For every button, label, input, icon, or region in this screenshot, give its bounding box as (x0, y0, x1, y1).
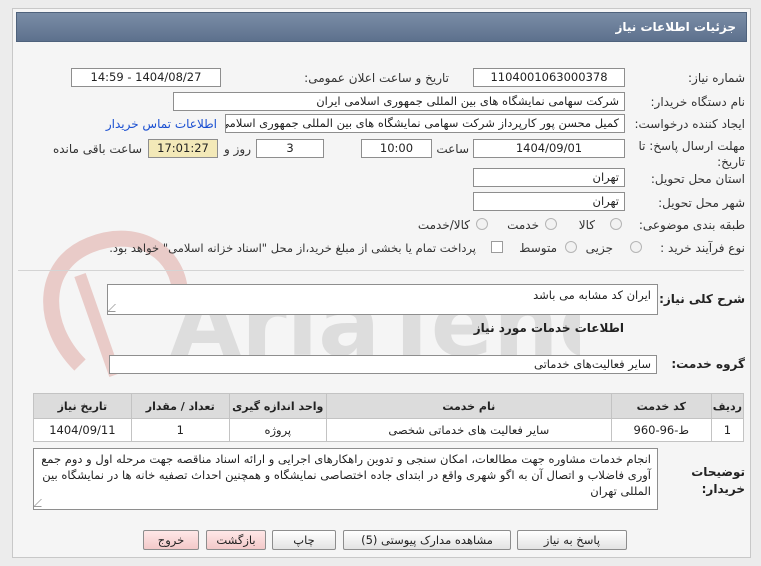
respond-button[interactable]: پاسخ به نیاز (517, 530, 627, 550)
treasury-payment-note: پرداخت تمام یا بخشی از مبلغ خرید،از محل … (109, 241, 476, 255)
service-group-field: سایر فعالیت‌های خدماتی (109, 355, 657, 374)
buyer-notes-label: توضیحات خریدار: (691, 465, 745, 496)
category-goods-radio[interactable] (610, 218, 622, 230)
col-service-name: نام خدمت (325, 393, 612, 419)
cell-service-name: سایر فعالیت های خدماتی شخصی (325, 418, 612, 442)
remaining-time-field: 17:01:27 (148, 139, 218, 158)
buyer-org-label: نام دستگاه خریدار: (650, 95, 746, 109)
services-table: ردیف کد خدمت نام خدمت واحد اندازه گیری ت… (33, 393, 745, 442)
back-button[interactable]: بازگشت (206, 530, 266, 550)
category-label: طبقه بندی موضوعی: (638, 218, 745, 232)
resize-handle-icon[interactable] (108, 304, 123, 312)
col-row-number: ردیف (710, 393, 745, 419)
category-goods-service-radio[interactable] (476, 218, 488, 230)
deadline-date-field: 1404/09/01 (473, 139, 625, 158)
province-label: استان محل تحویل: (650, 172, 745, 186)
days-label: روز و (224, 142, 251, 156)
need-number-field: 1104001063000378 (473, 68, 625, 87)
requester-label: ایجاد کننده درخواست: (634, 117, 745, 131)
table-header-row: ردیف کد خدمت نام خدمت واحد اندازه گیری ت… (33, 393, 745, 419)
category-goods-service-label: کالا/خدمت (417, 218, 470, 232)
cell-unit: پروژه (228, 418, 327, 442)
category-goods-label: کالا (578, 218, 595, 232)
page-title: جزئیات اطلاعات نیاز (16, 12, 747, 42)
section-divider (18, 270, 744, 271)
category-service-radio[interactable] (545, 218, 557, 230)
announce-date-label: تاریخ و ساعت اعلان عمومی: (304, 71, 449, 85)
deadline-time-field: 10:00 (361, 139, 432, 158)
view-attachments-button[interactable]: مشاهده مدارک پیوستی (5) (343, 530, 511, 550)
col-service-code: کد خدمت (610, 393, 712, 419)
remaining-time-label: ساعت باقی مانده (52, 142, 142, 156)
summary-label: شرح کلی نیاز: (659, 292, 745, 306)
buyer-contact-link[interactable]: اطلاعات تماس خریدار (106, 117, 217, 131)
process-medium-label: متوسط (519, 241, 557, 255)
buyer-notes-textarea: انجام خدمات مشاوره جهت مطالعات، امکان سن… (33, 448, 658, 510)
cell-quantity: 1 (130, 418, 230, 442)
province-field: تهران (473, 168, 625, 187)
cell-service-code: ط-96-960 (610, 418, 712, 442)
category-service-label: خدمت (507, 218, 539, 232)
buyer-org-field: شرکت سهامی نمایشگاه های بین المللی جمهور… (173, 92, 625, 111)
requester-field: کمیل محسن پور کارپرداز شرکت سهامی نمایشگ… (225, 114, 625, 133)
col-quantity: تعداد / مقدار (130, 393, 230, 419)
summary-textarea: ایران کد مشابه می باشد (107, 284, 658, 315)
cell-row-number: 1 (710, 418, 745, 442)
city-field: تهران (473, 192, 625, 211)
col-unit: واحد اندازه گیری (228, 393, 327, 419)
services-section-title: اطلاعات خدمات مورد نیاز (473, 321, 624, 335)
summary-text: ایران کد مشابه می باشد (533, 288, 651, 302)
col-need-date: تاریخ نیاز (33, 393, 132, 419)
resize-handle-icon[interactable] (34, 499, 49, 507)
service-group-label: گروه خدمت: (671, 357, 745, 371)
cell-need-date: 1404/09/11 (33, 418, 132, 442)
announce-date-field: 1404/08/27 - 14:59 (71, 68, 221, 87)
treasury-payment-checkbox[interactable] (491, 241, 503, 253)
city-label: شهر محل تحویل: (658, 196, 745, 210)
deadline-label: مهلت ارسال پاسخ: تا تاریخ: (638, 139, 745, 169)
process-minor-radio[interactable] (630, 241, 642, 253)
process-medium-radio[interactable] (565, 241, 577, 253)
days-remaining-field: 3 (256, 139, 324, 158)
table-row: 1 ط-96-960 سایر فعالیت های خدماتی شخصی پ… (33, 418, 745, 442)
buyer-notes-text: انجام خدمات مشاوره جهت مطالعات، امکان سن… (41, 452, 651, 498)
print-button[interactable]: چاپ (272, 530, 336, 550)
deadline-time-label: ساعت (436, 142, 469, 156)
exit-button[interactable]: خروج (143, 530, 199, 550)
process-type-label: نوع فرآیند خرید : (660, 241, 745, 255)
process-minor-label: جزیی (585, 241, 613, 255)
need-number-label: شماره نیاز: (688, 71, 745, 85)
